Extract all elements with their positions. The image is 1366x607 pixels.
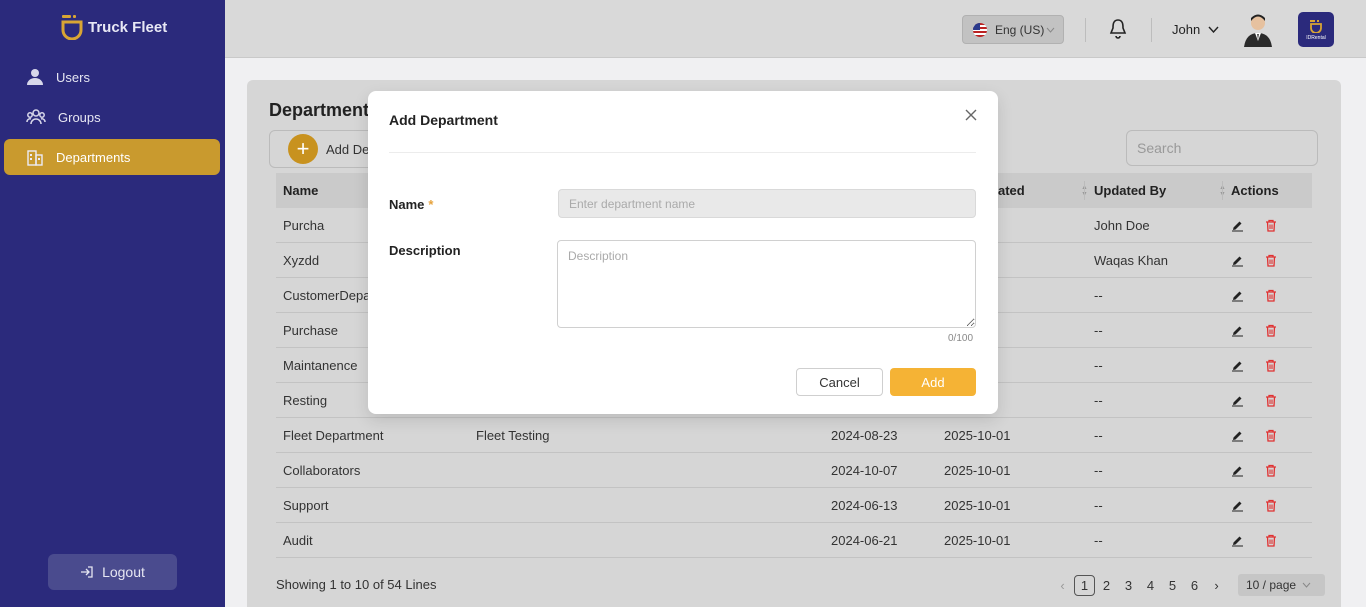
cancel-button[interactable]: Cancel — [796, 368, 883, 396]
add-department-modal: Add Department Name* Description 0/100 C… — [368, 91, 998, 414]
add-button[interactable]: Add — [890, 368, 976, 396]
name-label-text: Name — [389, 197, 425, 212]
required-mark: * — [428, 197, 434, 212]
description-field-label: Description — [389, 243, 461, 258]
modal-title: Add Department — [389, 112, 498, 128]
name-field-label: Name * — [389, 197, 433, 212]
close-icon[interactable] — [964, 108, 978, 122]
modal-divider — [389, 152, 976, 153]
description-textarea[interactable] — [557, 240, 976, 328]
character-counter: 0/100 — [948, 333, 974, 344]
department-name-input[interactable] — [558, 189, 976, 218]
